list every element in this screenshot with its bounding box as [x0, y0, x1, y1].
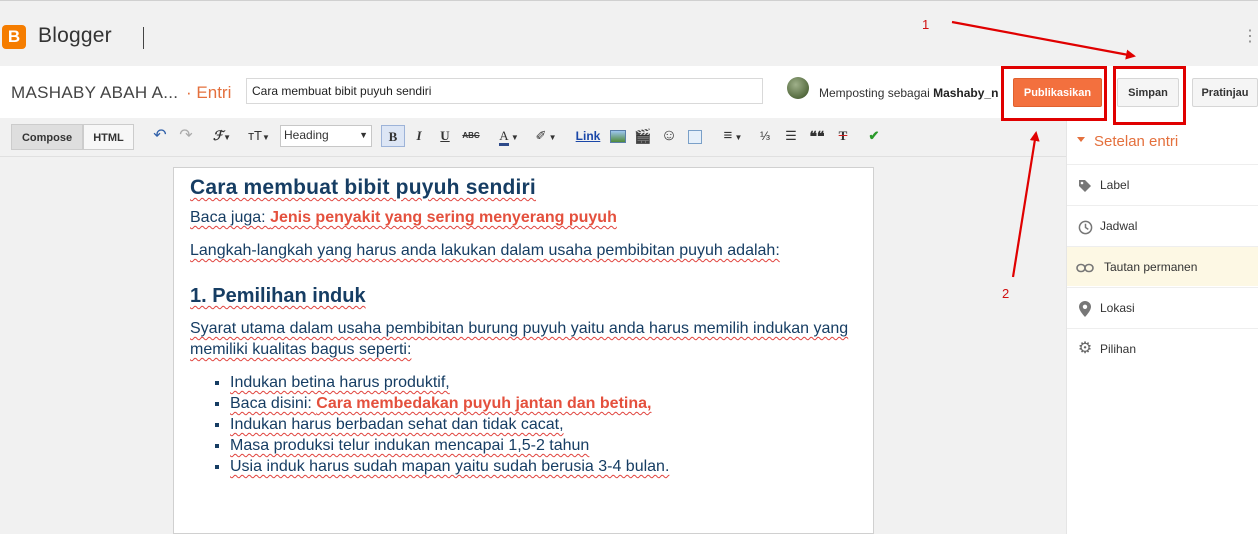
- gear-icon: ⚙: [1077, 340, 1093, 357]
- criteria-list: Indukan betina harus produktif, Baca dis…: [190, 372, 857, 477]
- post-settings-heading[interactable]: Setelan entri: [1094, 133, 1178, 150]
- text-color-glyph: A: [499, 128, 509, 146]
- clear-formatting-icon[interactable]: T: [833, 125, 853, 147]
- numbered-list-icon[interactable]: ⅓: [755, 125, 775, 147]
- list-item-link[interactable]: Cara membedakan puyuh jantan dan betina,: [316, 395, 651, 412]
- list-item: Indukan harus berbadan sehat dan tidak c…: [230, 414, 857, 435]
- post-title-input[interactable]: [246, 78, 763, 104]
- font-family-glyph: ℱ: [212, 128, 224, 143]
- annotation-step-1: 1: [922, 17, 930, 32]
- list-item: Usia induk harus sudah mapan yaitu sudah…: [230, 456, 857, 477]
- top-bar: [0, 0, 1258, 67]
- sidebar-item-text: Label: [1100, 178, 1130, 192]
- undo-icon[interactable]: ↶: [150, 125, 170, 147]
- list-item-text: Indukan harus berbadan sehat dan tidak c…: [230, 416, 564, 433]
- blog-name[interactable]: MASHABY ABAH A...: [11, 83, 178, 103]
- sidebar-item-label[interactable]: Label: [1067, 164, 1258, 204]
- font-family-icon[interactable]: ℱ▼: [208, 125, 236, 147]
- intro-paragraph: Langkah-langkah yang harus anda lakukan …: [190, 240, 857, 261]
- text-color-icon[interactable]: A ▼: [494, 125, 524, 147]
- collapse-caret-icon[interactable]: [1077, 137, 1085, 142]
- redo-icon[interactable]: ↷: [176, 125, 196, 147]
- post-heading-text: Cara membuat bibit puyuh sendiri: [190, 176, 536, 199]
- link-icon: [1076, 247, 1094, 287]
- insert-image-icon[interactable]: [609, 125, 627, 147]
- font-size-glyph: тT: [248, 128, 262, 143]
- heading-select[interactable]: Heading ▼: [280, 125, 372, 147]
- bulleted-list-icon[interactable]: ☰: [781, 125, 801, 147]
- sidebar-item-text: Jadwal: [1100, 219, 1138, 233]
- header-divider: [143, 27, 144, 49]
- section-heading: 1. Pemilihan induk: [190, 285, 857, 308]
- user-avatar[interactable]: [787, 77, 809, 99]
- spellcheck-icon[interactable]: ✔: [864, 125, 884, 147]
- insert-jump-break-icon[interactable]: [686, 125, 704, 147]
- save-highlight-box: [1113, 66, 1186, 125]
- list-item-text: Usia induk harus sudah mapan yaitu sudah…: [230, 458, 670, 475]
- clock-icon: [1076, 206, 1094, 246]
- posting-as-user: Mashaby_nb: [933, 86, 999, 100]
- link-button[interactable]: Link: [574, 125, 602, 147]
- html-mode-button[interactable]: HTML: [83, 124, 134, 150]
- sidebar-item-options[interactable]: ⚙ Pilihan: [1067, 328, 1258, 368]
- sidebar-item-permalink[interactable]: Tautan permanen: [1067, 246, 1258, 286]
- list-item: Indukan betina harus produktif,: [230, 372, 857, 393]
- highlight-color-icon[interactable]: ✐ ▼: [531, 125, 561, 147]
- section-name: Entri: [196, 83, 232, 102]
- sidebar-item-location[interactable]: Lokasi: [1067, 287, 1258, 327]
- tag-icon: [1076, 165, 1094, 205]
- section-label: · Entri: [186, 83, 231, 103]
- compose-mode-button[interactable]: Compose: [11, 124, 83, 150]
- list-item: Baca disini: Cara membedakan puyuh janta…: [230, 393, 857, 414]
- list-item-prefix: Baca disini:: [230, 395, 317, 412]
- posting-as-text: Memposting sebagai Mashaby_nb: [819, 86, 999, 100]
- intro-text: Langkah-langkah yang harus anda lakukan …: [190, 242, 780, 259]
- section-separator: ·: [186, 83, 192, 102]
- sidebar-item-text: Pilihan: [1100, 342, 1137, 356]
- font-size-icon[interactable]: тT▼: [243, 125, 275, 147]
- post-editor-body[interactable]: Cara membuat bibit puyuh sendiri Baca ju…: [173, 167, 874, 534]
- section-heading-text: 1. Pemilihan induk: [190, 285, 366, 307]
- align-icon[interactable]: ≡ ▼: [718, 125, 748, 147]
- list-item-text: Indukan betina harus produktif,: [230, 374, 450, 391]
- read-also-prefix: Baca juga:: [190, 209, 271, 226]
- quote-icon[interactable]: ❝❝: [807, 125, 827, 147]
- publish-highlight-box: [1001, 66, 1107, 121]
- read-also-link[interactable]: Jenis penyakit yang sering menyerang puy…: [270, 209, 617, 226]
- section-paragraph: Syarat utama dalam usaha pembibitan buru…: [190, 318, 857, 360]
- sidebar-item-schedule[interactable]: Jadwal: [1067, 205, 1258, 245]
- read-also-paragraph: Baca juga: Jenis penyakit yang sering me…: [190, 207, 857, 228]
- heading-select-value: Heading: [284, 128, 329, 142]
- blogger-logo-icon[interactable]: B: [2, 25, 26, 49]
- post-heading: Cara membuat bibit puyuh sendiri: [190, 176, 857, 200]
- list-item: Masa produksi telur indukan mencapai 1,5…: [230, 435, 857, 456]
- sidebar-item-text: Tautan permanen: [1104, 260, 1198, 274]
- align-glyph: ≡: [723, 127, 733, 144]
- brand-name: Blogger: [38, 24, 112, 47]
- list-item-text: Masa produksi telur indukan mencapai 1,5…: [230, 437, 590, 454]
- emoji-icon[interactable]: ☺: [659, 125, 679, 147]
- posting-as-prefix: Memposting sebagai: [819, 86, 930, 100]
- preview-button[interactable]: Pratinjau: [1192, 78, 1258, 107]
- underline-button[interactable]: U: [436, 125, 454, 147]
- bold-button[interactable]: B: [381, 125, 405, 147]
- insert-video-icon[interactable]: 🎬: [633, 125, 653, 147]
- annotation-step-2: 2: [1002, 286, 1010, 301]
- more-menu-icon[interactable]: ⋮: [1242, 26, 1258, 46]
- italic-button[interactable]: I: [410, 125, 428, 147]
- sidebar-item-text: Lokasi: [1100, 301, 1135, 315]
- highlight-glyph: ✐: [535, 128, 547, 143]
- location-pin-icon: [1076, 288, 1094, 328]
- strikethrough-button[interactable]: ABC: [459, 125, 483, 147]
- section-paragraph-text: Syarat utama dalam usaha pembibitan buru…: [190, 320, 849, 358]
